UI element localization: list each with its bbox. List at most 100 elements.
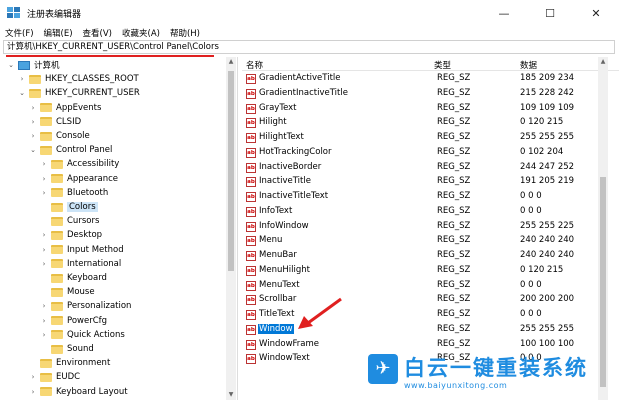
value-row[interactable]: ab GradientInactiveTitle REG_SZ 215 228 242 <box>242 87 602 101</box>
chevron-right-icon[interactable]: › <box>40 260 48 268</box>
chevron-right-icon[interactable]: › <box>29 132 37 140</box>
value-row[interactable]: ab GrayText REG_SZ 109 109 109 <box>242 102 602 116</box>
value-row[interactable]: ab Hilight REG_SZ 0 120 215 <box>242 116 602 130</box>
tree-item-label: EUDC <box>56 372 81 383</box>
value-name: GradientActiveTitle <box>259 73 341 83</box>
tree-hkcu[interactable]: ⌄ HKEY_CURRENT_USER <box>18 86 140 100</box>
string-value-icon: ab <box>246 310 256 320</box>
tree-desktop[interactable]: › Desktop <box>40 228 102 242</box>
string-value-icon: ab <box>246 339 256 350</box>
value-row[interactable]: ab HotTrackingColor REG_SZ 0 102 204 <box>242 146 602 160</box>
chevron-right-icon[interactable]: › <box>40 160 48 168</box>
value-row[interactable]: ab Menu REG_SZ 240 240 240 <box>242 234 602 248</box>
scroll-up-icon[interactable]: ▲ <box>226 57 236 67</box>
chevron-right-icon[interactable]: › <box>29 118 37 126</box>
tree-eudc[interactable]: › EUDC <box>29 370 80 384</box>
tree-item-label: Keyboard <box>67 273 107 283</box>
list-scroll-up-icon[interactable]: ▲ <box>598 57 608 67</box>
value-row[interactable]: ab InfoText REG_SZ 0 0 0 <box>242 205 602 219</box>
value-list[interactable]: 名称 类型 数据 ab GradientActiveTitle REG_SZ 185 … <box>242 57 619 400</box>
minimize-button[interactable]: — <box>481 0 527 26</box>
tree-scroll-thumb[interactable] <box>228 71 234 271</box>
tree-hkcr[interactable]: › HKEY_CLASSES_ROOT <box>18 72 139 86</box>
tree-bluetooth[interactable]: › Bluetooth <box>40 186 109 200</box>
value-row[interactable]: ab MenuHilight REG_SZ 0 120 215 <box>242 264 602 278</box>
tree-quick-actions[interactable]: › Quick Actions <box>40 328 125 342</box>
chevron-right-icon[interactable]: › <box>29 388 37 396</box>
scroll-down-icon[interactable]: ▼ <box>226 390 236 400</box>
value-data: 244 247 252 <box>520 161 575 172</box>
chevron-right-icon[interactable]: › <box>29 104 37 112</box>
menu-edit[interactable]: 编辑(E) <box>44 27 73 39</box>
tree-sound[interactable]: Sound <box>40 342 94 356</box>
value-name: InactiveTitle <box>259 176 311 187</box>
column-data-header[interactable]: 数据 <box>520 59 537 71</box>
column-type-header[interactable]: 类型 <box>434 59 451 71</box>
menu-file[interactable]: 文件(F) <box>5 27 34 39</box>
string-value-icon: ab <box>246 251 256 261</box>
tree-accessibility[interactable]: › Accessibility <box>40 157 120 171</box>
menu-bar: 文件(F) 编辑(E) 查看(V) 收藏夹(A) 帮助(H) <box>0 26 619 40</box>
value-type: REG_SZ <box>437 73 471 83</box>
tree-cursors[interactable]: Cursors <box>40 214 99 228</box>
chevron-right-icon[interactable]: › <box>40 175 48 183</box>
chevron-down-icon[interactable]: ⌄ <box>18 89 26 97</box>
value-row[interactable]: ab HilightText REG_SZ 255 255 255 <box>242 131 602 145</box>
string-value-icon: ab <box>246 280 256 291</box>
value-row[interactable]: ab MenuBar REG_SZ 240 240 240 <box>242 249 602 263</box>
tree-input-method[interactable]: › Input Method <box>40 243 124 257</box>
chevron-right-icon[interactable]: › <box>29 373 37 381</box>
tree-item-label: Environment <box>56 358 111 369</box>
column-name-header[interactable]: 名称 <box>246 59 263 71</box>
close-button[interactable]: ✕ <box>573 0 619 26</box>
value-name: HotTrackingColor <box>259 146 332 157</box>
maximize-button[interactable]: ☐ <box>527 0 573 26</box>
string-value-icon: ab <box>246 192 256 202</box>
tree-console[interactable]: › Console <box>29 129 90 143</box>
value-row[interactable]: ab MenuText REG_SZ 0 0 0 <box>242 279 602 293</box>
value-row[interactable]: ab InactiveTitle REG_SZ 191 205 219 <box>242 175 602 189</box>
tree-appevents[interactable]: › AppEvents <box>29 101 102 115</box>
chevron-down-icon[interactable]: ⌄ <box>7 61 15 69</box>
value-data: 255 255 255 <box>520 323 575 334</box>
value-type: REG_SZ <box>437 250 471 260</box>
tree-colors[interactable]: Colors <box>40 200 98 214</box>
tree-scrollbar[interactable]: ▲ ▼ <box>226 57 236 400</box>
address-bar[interactable]: 计算机\HKEY_CURRENT_USER\Control Panel\Colo… <box>3 40 615 54</box>
chevron-right-icon[interactable]: › <box>40 246 48 254</box>
value-row[interactable]: ab InactiveTitleText REG_SZ 0 0 0 <box>242 190 602 204</box>
tree-mouse[interactable]: Mouse <box>40 285 95 299</box>
menu-help[interactable]: 帮助(H) <box>170 27 200 39</box>
value-row[interactable]: ab GradientActiveTitle REG_SZ 185 209 234 <box>242 72 602 86</box>
value-row[interactable]: ab InactiveBorder REG_SZ 244 247 252 <box>242 161 602 175</box>
chevron-down-icon[interactable]: ⌄ <box>29 146 37 154</box>
chevron-right-icon[interactable]: › <box>40 317 48 325</box>
tree-powercfg[interactable]: › PowerCfg <box>40 314 107 328</box>
chevron-right-icon[interactable]: › <box>40 231 48 239</box>
menu-favorites[interactable]: 收藏夹(A) <box>122 27 160 39</box>
folder-icon <box>51 230 63 240</box>
tree-item-label: Bluetooth <box>67 187 109 198</box>
chevron-right-icon[interactable]: › <box>18 75 26 83</box>
tree-environment[interactable]: Environment <box>29 356 110 370</box>
tree-computer[interactable]: ⌄ 计算机 <box>7 58 60 72</box>
key-tree[interactable]: ⌄ 计算机 › HKEY_CLASSES_ROOT ⌄ HKEY_CURRENT_USER… <box>3 57 238 400</box>
value-row[interactable]: ab InfoWindow REG_SZ 255 255 225 <box>242 220 602 234</box>
chevron-right-icon[interactable]: › <box>40 189 48 197</box>
string-value-icon: ab <box>246 221 256 232</box>
value-type: REG_SZ <box>437 205 471 216</box>
string-value-icon: ab <box>246 324 256 335</box>
tree-personalization[interactable]: › Personalization <box>40 299 132 313</box>
folder-icon <box>51 301 63 311</box>
tree-keyboard-layout[interactable]: › Keyboard Layout <box>29 385 128 399</box>
chevron-right-icon[interactable]: › <box>40 302 48 310</box>
tree-clsid[interactable]: › CLSID <box>29 115 82 129</box>
tree-keyboard[interactable]: Keyboard <box>40 271 107 285</box>
value-type: REG_SZ <box>437 146 471 157</box>
list-scrollbar[interactable]: ▲ <box>598 57 608 400</box>
tree-international[interactable]: › International <box>40 257 122 271</box>
tree-control-panel[interactable]: ⌄ Control Panel <box>29 143 112 157</box>
tree-appearance[interactable]: › Appearance <box>40 172 118 186</box>
menu-view[interactable]: 查看(V) <box>83 27 112 39</box>
chevron-right-icon[interactable]: › <box>40 331 48 339</box>
